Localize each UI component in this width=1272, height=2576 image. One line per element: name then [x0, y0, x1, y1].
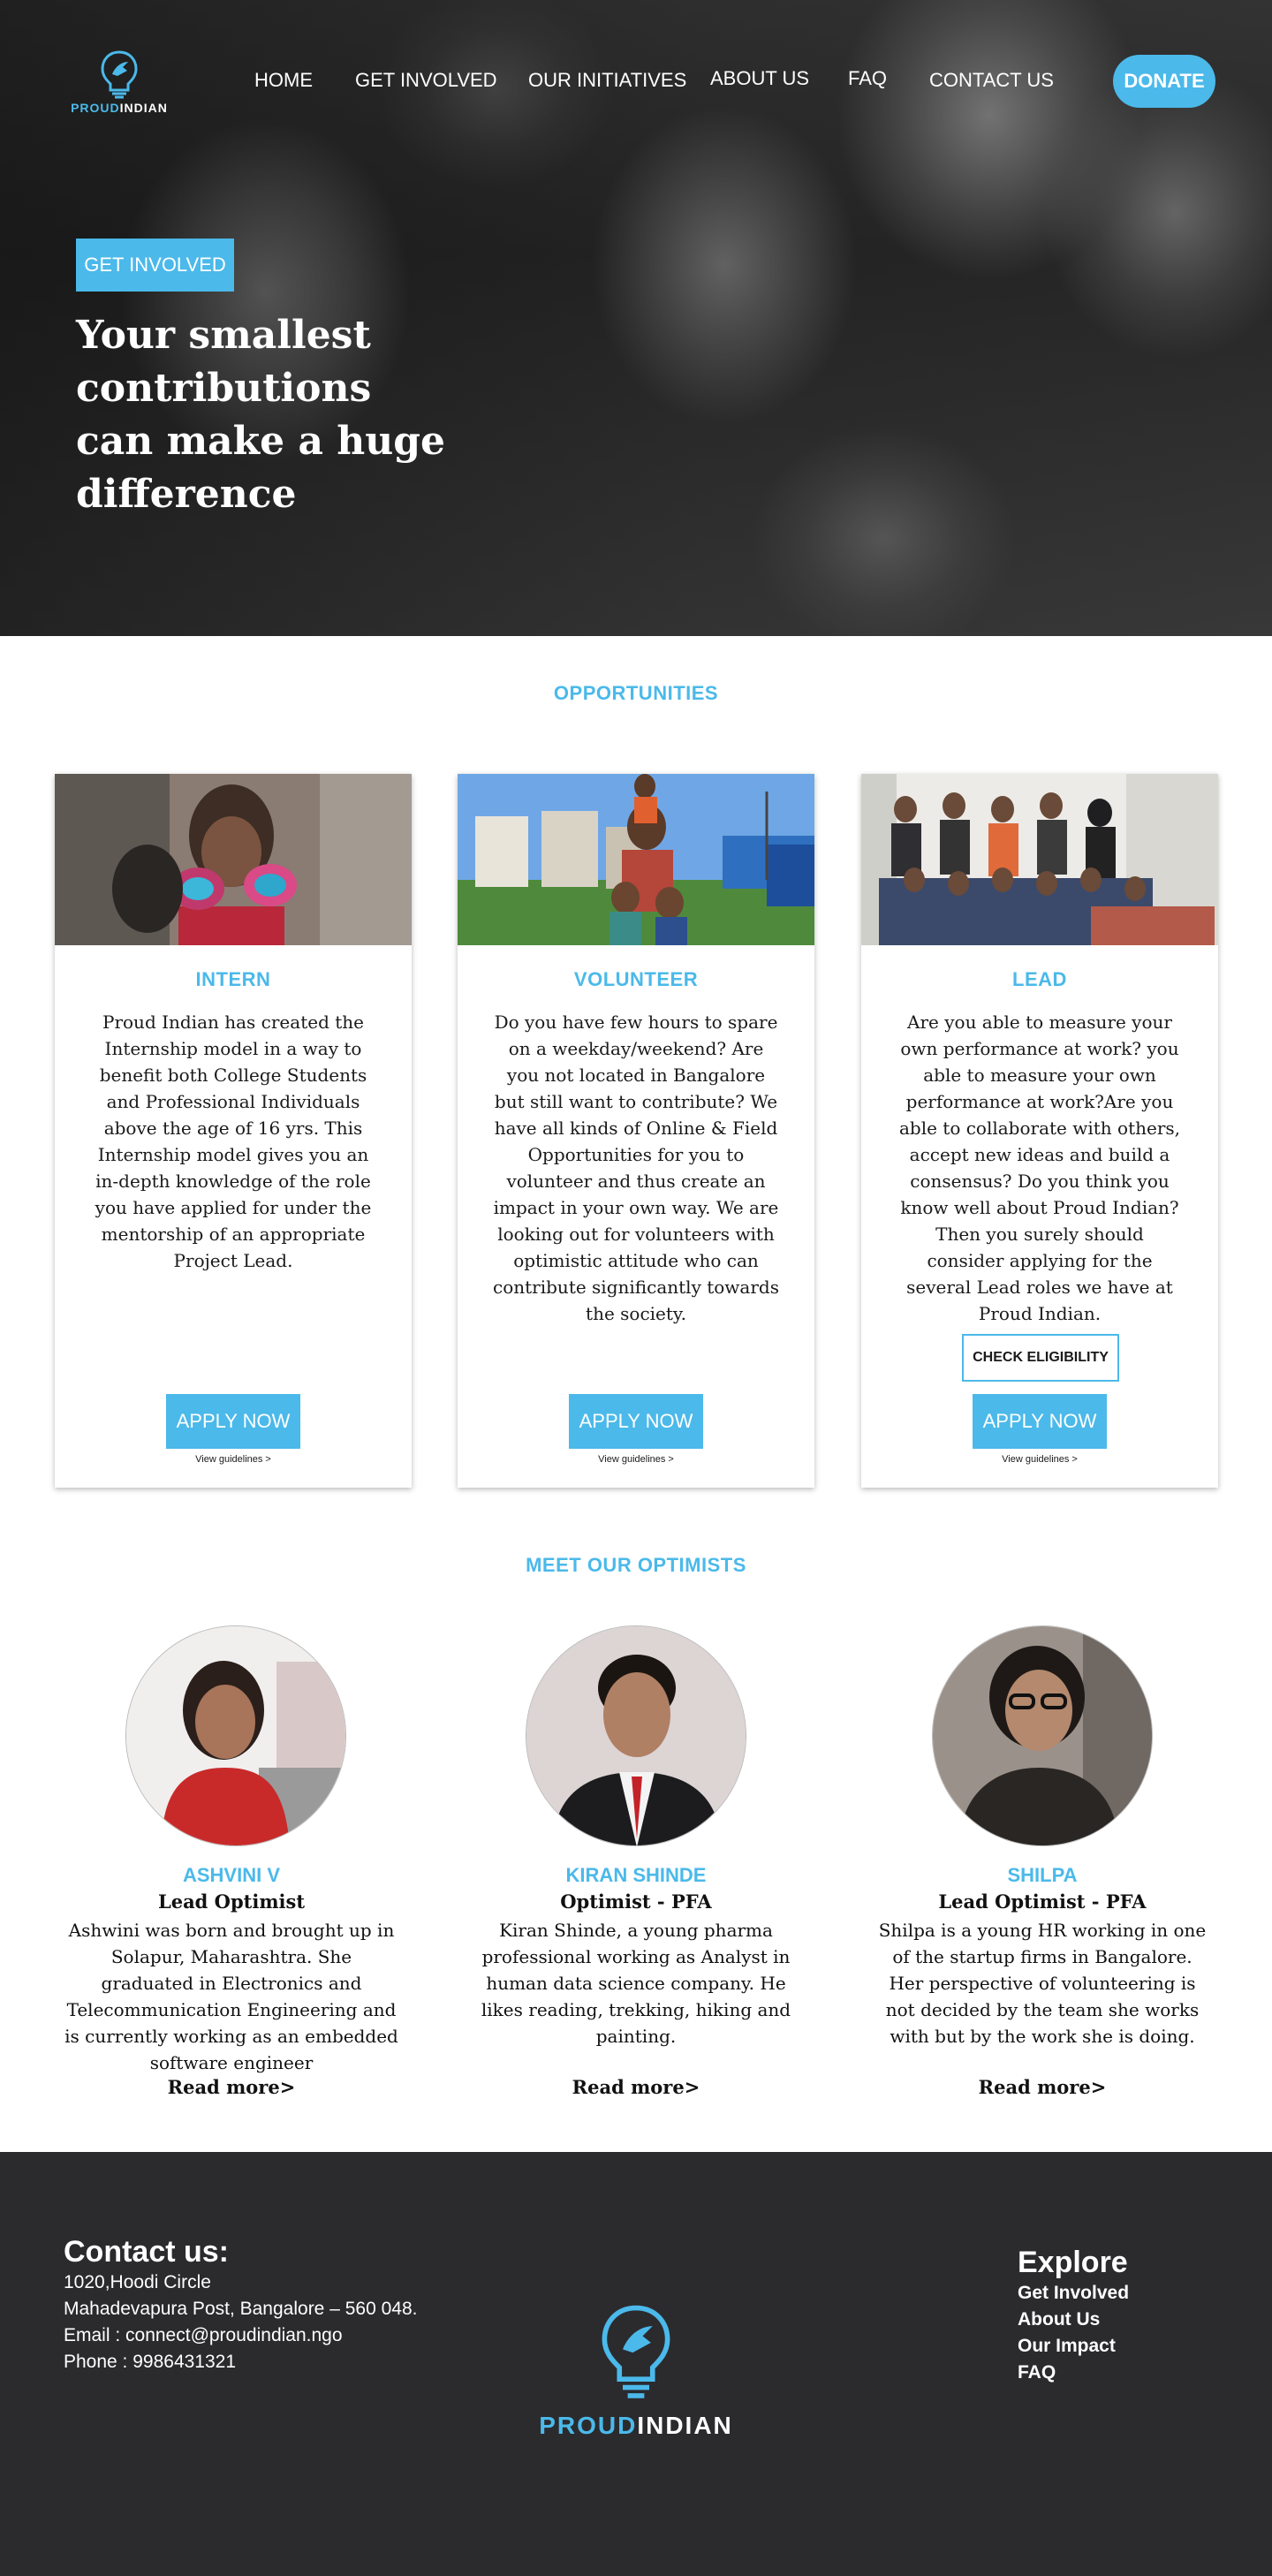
optimist-bio: Ashwini was born and brought up in Solap… [64, 1920, 398, 2073]
contact-title: Contact us: [64, 2235, 229, 2269]
footer-link-get-involved[interactable]: Get Involved [1018, 2283, 1129, 2304]
optimist-name: ASHVINI V [182, 1864, 281, 1886]
footer-link-about-us[interactable]: About Us [1018, 2309, 1100, 2330]
card-title: INTERN [195, 968, 271, 990]
view-guidelines-link[interactable]: View guidelines > [458, 1454, 814, 1465]
footer-logo[interactable]: PROUDINDIAN [530, 2302, 742, 2440]
contact-address-line1: 1020,Hoodi Circle [64, 2272, 211, 2292]
contact-address-line2: Mahadevapura Post, Bangalore – 560 048. [64, 2299, 418, 2319]
read-more-link[interactable]: Read more> [64, 2076, 399, 2098]
nav-item-contact-us[interactable]: CONTACT US [929, 69, 1054, 92]
explore-title: Explore [1018, 2246, 1128, 2279]
hero-headline: Your smallest contributions can make a h… [76, 313, 446, 517]
apply-now-button[interactable]: APPLY NOW [973, 1394, 1107, 1449]
main-nav: HOME GET INVOLVED OUR INITIATIVES ABOUT … [0, 67, 1272, 95]
optimists-title: MEET OUR OPTIMISTS [526, 1554, 746, 1576]
opportunity-card-volunteer: VOLUNTEER Do you have few hours to spare… [458, 774, 814, 1488]
card-description: Are you able to measure your own perform… [898, 1011, 1181, 1324]
opportunity-card-lead: LEAD Are you able to measure your own pe… [861, 774, 1218, 1488]
check-eligibility-button[interactable]: CHECK ELIGIBILITY [962, 1334, 1119, 1382]
read-more-link[interactable]: Read more> [874, 2076, 1210, 2098]
nav-item-get-involved[interactable]: GET INVOLVED [355, 69, 497, 92]
footer-link-faq[interactable]: FAQ [1018, 2362, 1056, 2383]
nav-item-faq[interactable]: FAQ [848, 67, 887, 90]
avatar [526, 1625, 746, 1846]
footer-link-our-impact[interactable]: Our Impact [1018, 2336, 1116, 2357]
opportunities-title: OPPORTUNITIES [553, 682, 719, 704]
optimist-card-ashvini: ASHVINI V Lead Optimist Ashwini was born… [64, 1625, 399, 2120]
nav-item-about-us[interactable]: ABOUT US [710, 67, 809, 90]
optimist-card-kiran: KIRAN SHINDE Optimist - PFA Kiran Shinde… [468, 1625, 804, 2120]
contact-phone[interactable]: Phone : 9986431321 [64, 2352, 236, 2373]
contact-email[interactable]: Email : connect@proudindian.ngo [64, 2325, 343, 2346]
view-guidelines-link[interactable]: View guidelines > [861, 1454, 1218, 1465]
hero-banner: PROUDINDIAN HOME GET INVOLVED OUR INITIA… [0, 0, 1272, 636]
optimist-bio: Kiran Shinde, a young pharma professiona… [481, 1920, 791, 2047]
apply-now-button[interactable]: APPLY NOW [569, 1394, 703, 1449]
card-title: LEAD [1012, 968, 1067, 990]
avatar [125, 1625, 346, 1846]
avatar [932, 1625, 1153, 1846]
card-description: Proud Indian has created the Internship … [95, 1011, 372, 1271]
get-involved-button[interactable]: GET INVOLVED [76, 239, 234, 292]
optimist-role: Lead Optimist - PFA [938, 1890, 1147, 1913]
nav-item-home[interactable]: HOME [254, 69, 313, 92]
lead-photo [861, 774, 1218, 945]
donate-button[interactable]: DONATE [1113, 55, 1215, 108]
apply-now-button[interactable]: APPLY NOW [166, 1394, 300, 1449]
nav-item-our-initiatives[interactable]: OUR INITIATIVES [528, 69, 686, 92]
logo-wordmark: PROUDINDIAN [71, 101, 168, 115]
optimist-bio: Shilpa is a young HR working in one of t… [878, 1920, 1207, 2047]
optimist-role: Lead Optimist [157, 1890, 306, 1913]
optimist-name: KIRAN SHINDE [565, 1864, 707, 1886]
card-title: VOLUNTEER [573, 968, 699, 990]
opportunity-card-intern: INTERN Proud Indian has created the Inte… [55, 774, 412, 1488]
card-description: Do you have few hours to spare on a week… [493, 1011, 779, 1324]
intern-photo [55, 774, 412, 945]
read-more-link[interactable]: Read more> [468, 2076, 804, 2098]
site-footer: Contact us: 1020,Hoodi Circle Mahadevapu… [0, 2152, 1272, 2576]
optimist-card-shilpa: SHILPA Lead Optimist - PFA Shilpa is a y… [874, 1625, 1210, 2120]
view-guidelines-link[interactable]: View guidelines > [55, 1454, 412, 1465]
footer-logo-wordmark: PROUDINDIAN [539, 2412, 733, 2439]
optimist-name: SHILPA [1007, 1864, 1078, 1886]
volunteer-photo [458, 774, 814, 945]
optimist-role: Optimist - PFA [560, 1890, 712, 1913]
bulb-logo-icon [602, 2305, 670, 2398]
